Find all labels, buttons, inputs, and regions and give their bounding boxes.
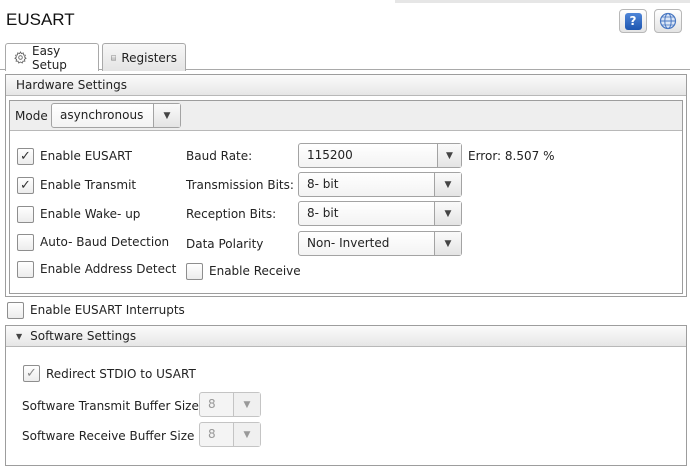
enable-eusart-checkbox[interactable]: ✓ — [17, 148, 34, 165]
collapse-arrow-icon[interactable]: ▼ — [16, 332, 22, 341]
page-title: EUSART — [6, 10, 75, 29]
redirect-stdio-label: Redirect STDIO to USART — [46, 367, 196, 381]
enable-wakeup-label: Enable Wake- up — [40, 207, 141, 221]
auto-baud-checkbox[interactable] — [17, 234, 34, 251]
transmission-bits-select[interactable]: 8- bit ▼ — [298, 172, 462, 197]
tab-easy-setup-label: Easy Setup — [31, 43, 67, 72]
globe-button[interactable] — [654, 9, 682, 33]
globe-icon — [659, 12, 677, 30]
baud-rate-value: 115200 — [307, 148, 353, 162]
enable-transmit-label: Enable Transmit — [40, 178, 137, 192]
tx-buffer-select[interactable]: 8 ▼ — [199, 392, 261, 417]
chevron-down-icon: ▼ — [153, 104, 180, 127]
software-settings-panel: ▼ Software Settings ✓ Redirect STDIO to … — [5, 325, 687, 466]
chevron-down-icon: ▼ — [434, 202, 461, 225]
enable-receive-label: Enable Receive — [209, 264, 301, 278]
enable-receive-checkbox[interactable] — [186, 263, 203, 280]
redirect-stdio-checkbox[interactable]: ✓ — [23, 365, 40, 382]
baud-rate-select[interactable]: 115200 ▼ — [298, 143, 462, 168]
table-icon — [111, 55, 117, 60]
tab-easy-setup[interactable]: Easy Setup — [5, 43, 99, 72]
rx-buffer-label: Software Receive Buffer Size — [22, 429, 195, 443]
mode-value: asynchronous — [60, 108, 144, 122]
tab-registers-label: Registers — [121, 50, 177, 65]
enable-wakeup-checkbox[interactable] — [17, 206, 34, 223]
enable-interrupts-checkbox[interactable] — [7, 302, 24, 319]
data-polarity-select[interactable]: Non- Inverted ▼ — [298, 231, 462, 256]
enable-eusart-label: Enable EUSART — [40, 149, 132, 163]
hardware-settings-header: Hardware Settings — [6, 75, 686, 96]
reception-bits-label: Reception Bits: — [186, 207, 277, 221]
enable-address-detect-checkbox[interactable] — [17, 261, 34, 278]
chevron-down-icon: ▼ — [233, 393, 260, 416]
tab-bar: Easy Setup Registers — [0, 40, 690, 72]
help-icon: ? — [624, 12, 642, 30]
reception-bits-select[interactable]: 8- bit ▼ — [298, 201, 462, 226]
chevron-down-icon: ▼ — [434, 232, 461, 255]
hardware-settings-body: Mode asynchronous ▼ ✓ Enable EUSART ✓ En… — [9, 100, 683, 294]
enable-interrupts-label: Enable EUSART Interrupts — [30, 303, 185, 317]
mode-label: Mode — [15, 109, 48, 123]
chevron-down-icon: ▼ — [233, 423, 260, 446]
software-settings-title: Software Settings — [30, 329, 137, 343]
top-strip — [395, 0, 690, 3]
software-settings-header[interactable]: ▼ Software Settings — [6, 326, 686, 347]
enable-transmit-checkbox[interactable]: ✓ — [17, 177, 34, 194]
help-button[interactable]: ? — [619, 9, 647, 33]
hardware-settings-panel: Hardware Settings Mode asynchronous ▼ ✓ … — [5, 74, 687, 297]
transmission-bits-value: 8- bit — [307, 177, 339, 191]
mode-select[interactable]: asynchronous ▼ — [51, 103, 181, 128]
chevron-down-icon: ▼ — [434, 173, 461, 196]
auto-baud-label: Auto- Baud Detection — [40, 235, 170, 249]
rx-buffer-value: 8 — [208, 427, 216, 441]
enable-address-detect-label: Enable Address Detect — [40, 262, 177, 276]
mode-row: Mode asynchronous ▼ — [10, 101, 682, 131]
baud-rate-label: Baud Rate: — [186, 149, 253, 163]
transmission-bits-label: Transmission Bits: — [186, 178, 294, 192]
chevron-down-icon: ▼ — [437, 144, 461, 167]
tab-registers[interactable]: Registers — [102, 43, 186, 71]
data-polarity-value: Non- Inverted — [307, 236, 390, 250]
rx-buffer-select[interactable]: 8 ▼ — [199, 422, 261, 447]
reception-bits-value: 8- bit — [307, 206, 339, 220]
tx-buffer-value: 8 — [208, 397, 216, 411]
baud-error-text: Error: 8.507 % — [468, 149, 555, 163]
gear-icon — [14, 51, 27, 64]
tx-buffer-label: Software Transmit Buffer Size — [22, 399, 199, 413]
hardware-settings-title: Hardware Settings — [16, 78, 127, 92]
data-polarity-label: Data Polarity — [186, 237, 264, 251]
